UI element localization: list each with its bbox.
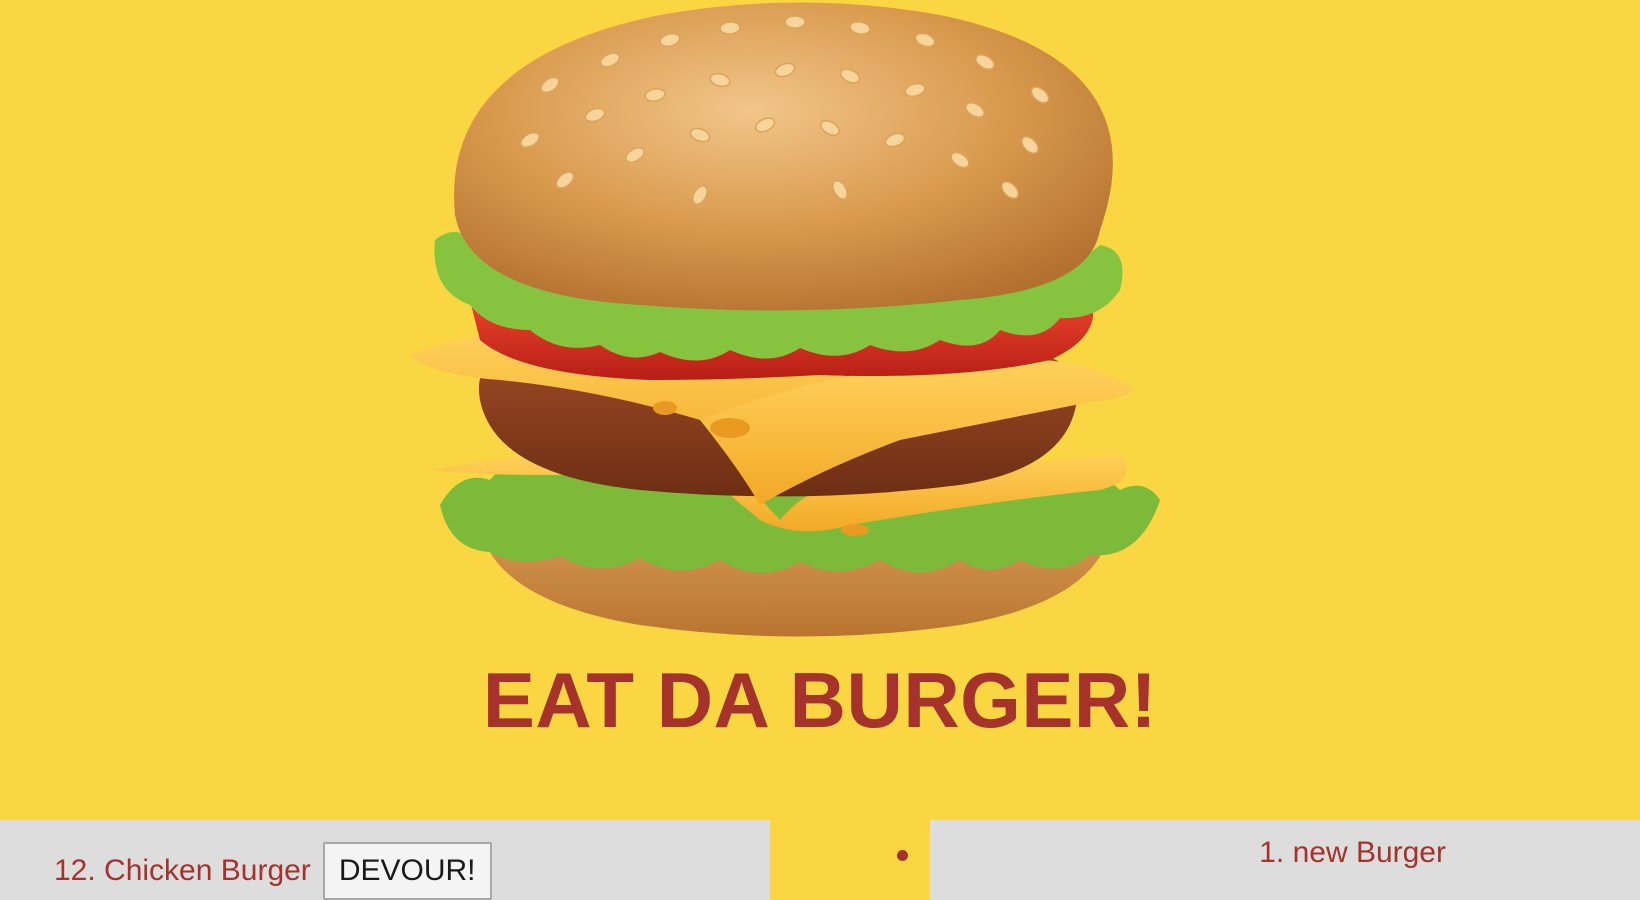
uneaten-burgers-list: 12. Chicken Burger DEVOUR! [0,820,770,900]
burger-icon [410,2,1160,637]
list-item: 12. Chicken Burger DEVOUR! [54,842,492,900]
devoured-burgers-list: 1. new Burger [930,820,1640,900]
bullet-icon [897,850,908,861]
burger-hero-image [400,0,1200,660]
devour-button[interactable]: DEVOUR! [322,842,492,900]
page-title: EAT DA BURGER! [482,656,1158,744]
devoured-burger-name: 1. new Burger [1259,836,1446,869]
burger-name: 12. Chicken Burger [54,854,311,887]
